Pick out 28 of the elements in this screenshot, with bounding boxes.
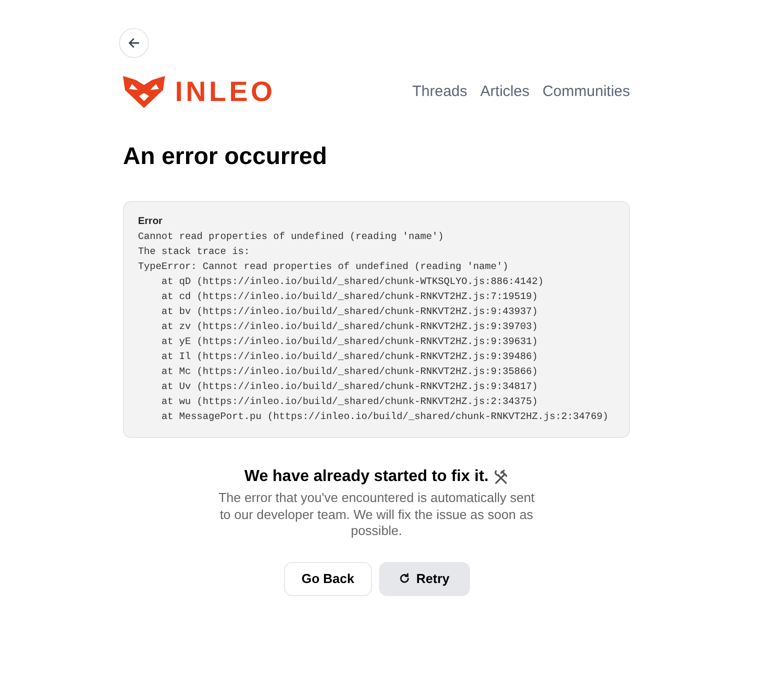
stack-trace-line: at qD (https://inleo.io/build/_shared/chunk-WTKSQLYO.js:886:4142) (160, 275, 544, 289)
nav-link[interactable]: Threads (412, 80, 468, 104)
nav-link[interactable]: Communities (542, 80, 630, 104)
stack-trace-line: at zv (https://inleo.io/build/_shared/chunk-RNKVT2HZ.js:9:39703) (160, 320, 538, 334)
stack-trace-line: at Uv (https://inleo.io/build/_shared/chunk-RNKVT2HZ.js:9:34817) (160, 380, 538, 394)
go-back-button[interactable]: Go Back (284, 562, 372, 596)
notice-text: The error that you've encountered is automatically sent to our developer team. We will fix the issue as soon as possible. (217, 490, 536, 540)
notice-heading: We have already started to fix it. (244, 467, 489, 487)
stack-trace-line: at wu (https://inleo.io/build/_shared/chunk-RNKVT2HZ.js:2:34375) (160, 395, 538, 409)
stack-trace-line: The stack trace is: (138, 245, 250, 259)
stack-trace-line: Cannot read properties of undefined (reading 'name') (138, 230, 444, 244)
lion-logo-icon (123, 76, 165, 108)
back-arrow-icon (128, 37, 140, 49)
back-button[interactable] (119, 28, 149, 58)
stack-trace-line: at cd (https://inleo.io/build/_shared/chunk-RNKVT2HZ.js:7:19519) (160, 290, 538, 304)
retry-button[interactable]: Retry (379, 562, 470, 596)
stack-trace-line: at yE (https://inleo.io/build/_shared/chunk-RNKVT2HZ.js:9:39631) (160, 335, 538, 349)
stack-trace-line: at Mc (https://inleo.io/build/_shared/chunk-RNKVT2HZ.js:9:35866) (160, 365, 538, 379)
stack-trace-line: TypeError: Cannot read properties of undefined (reading 'name') (138, 260, 508, 274)
page-title: An error occurred (123, 142, 328, 172)
logo-text: INLEO (175, 78, 276, 106)
hammer-wrench-icon (492, 469, 509, 485)
stack-trace-line: at bv (https://inleo.io/build/_shared/chunk-RNKVT2HZ.js:9:43937) (160, 305, 538, 319)
stack-trace-line: at Il (https://inleo.io/build/_shared/chunk-RNKVT2HZ.js:9:39486) (160, 350, 538, 364)
refresh-icon (399, 573, 410, 584)
nav-link[interactable]: Articles (480, 80, 530, 104)
stack-trace-line: at MessagePort.pu (https://inleo.io/build/_shared/chunk-RNKVT2HZ.js:2:34769) (160, 410, 608, 424)
error-label: Error (138, 215, 164, 229)
